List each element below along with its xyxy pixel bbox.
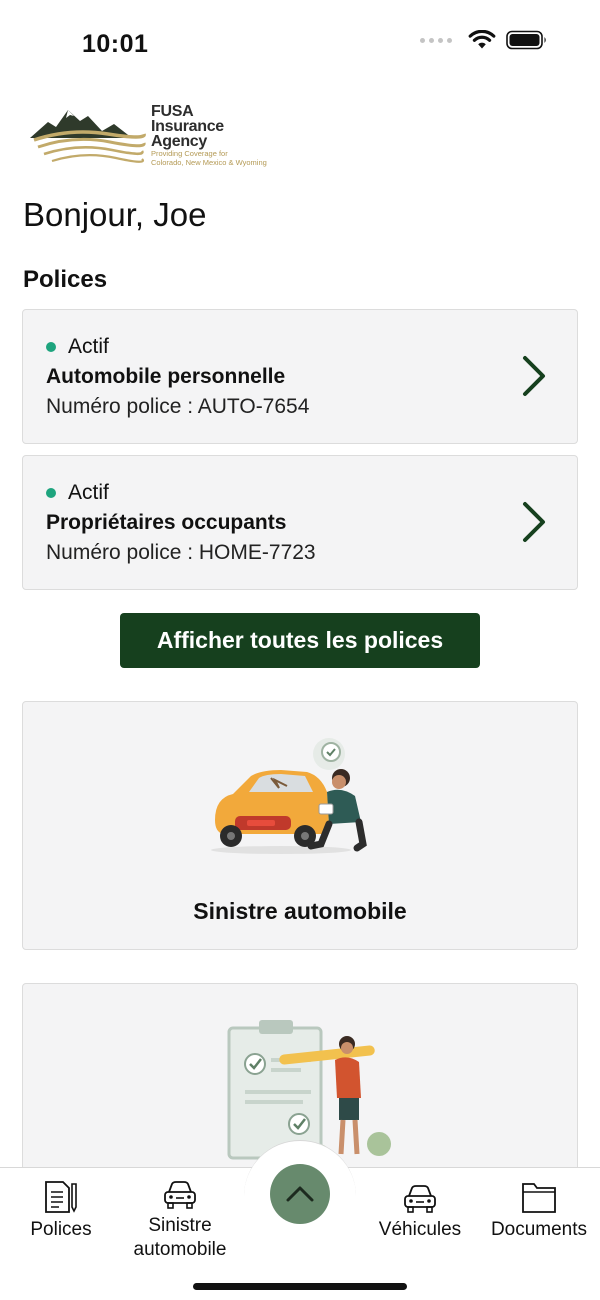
car-icon (164, 1181, 196, 1209)
car-damage-illustration (211, 738, 367, 854)
logo-name-1: FUSA (151, 103, 194, 120)
policy-status: Actif (46, 335, 109, 359)
logo-tagline-1: Providing Coverage for (151, 149, 228, 158)
policy-name: Automobile personnelle (46, 365, 286, 388)
logo-text: FUSA Insurance Agency Providing Coverage… (151, 104, 267, 167)
tab-label: Documents (490, 1219, 588, 1240)
chevron-up-icon (286, 1186, 314, 1202)
policy-status-label: Actif (68, 481, 109, 504)
status-icons (420, 30, 548, 50)
tab-label: Sinistre automobile (133, 1215, 227, 1260)
status-bar: 10:01 (0, 0, 600, 90)
status-time: 10:01 (82, 30, 149, 58)
status-dot-icon (46, 488, 56, 498)
folder-icon (522, 1183, 556, 1213)
car-icon (404, 1185, 436, 1213)
policy-status: Actif (46, 481, 109, 505)
tab-vehicules[interactable]: Véhicules (372, 1184, 468, 1242)
tab-documents[interactable]: Documents (484, 1180, 594, 1242)
tab-polices[interactable]: Polices (28, 1180, 94, 1242)
policy-number: Numéro police : AUTO-7654 (46, 395, 310, 418)
chevron-right-icon (523, 356, 545, 396)
tab-sinistre-automobile[interactable]: Sinistre automobile (120, 1180, 240, 1262)
view-all-policies-button[interactable]: Afficher toutes les polices (120, 613, 480, 668)
logo-mountain-icon (30, 110, 146, 163)
policy-name: Propriétaires occupants (46, 511, 287, 534)
home-indicator (193, 1283, 407, 1290)
logo-name-2: Insurance (151, 118, 224, 135)
signal-icon (420, 37, 452, 43)
policy-status-label: Actif (68, 335, 109, 358)
chevron-right-icon (523, 502, 545, 542)
document-pen-icon (45, 1181, 77, 1213)
policies-section-title: Polices (23, 266, 108, 293)
logo-tagline-2: Colorado, New Mexico & Wyoming (151, 158, 267, 167)
bottom-tab-bar: Polices Sinistre automobile Véhicules Do… (0, 1140, 600, 1300)
policy-number: Numéro police : HOME-7723 (46, 541, 316, 564)
feature-label: Sinistre automobile (193, 898, 407, 924)
policy-card-home[interactable]: Actif Propriétaires occupants Numéro pol… (22, 455, 578, 590)
battery-icon (506, 30, 546, 50)
auto-claim-card[interactable]: Sinistre automobile (22, 701, 578, 950)
policy-card-auto[interactable]: Actif Automobile personnelle Numéro poli… (22, 309, 578, 444)
greeting: Bonjour, Joe (23, 196, 207, 233)
brand-logo: FUSA Insurance Agency Providing Coverage… (30, 104, 270, 170)
expand-menu-button[interactable] (270, 1164, 330, 1224)
tab-label: Véhicules (378, 1219, 462, 1240)
logo-name-3: Agency (151, 133, 207, 150)
tab-label: Polices (30, 1219, 92, 1240)
status-dot-icon (46, 342, 56, 352)
wifi-icon (468, 30, 496, 49)
